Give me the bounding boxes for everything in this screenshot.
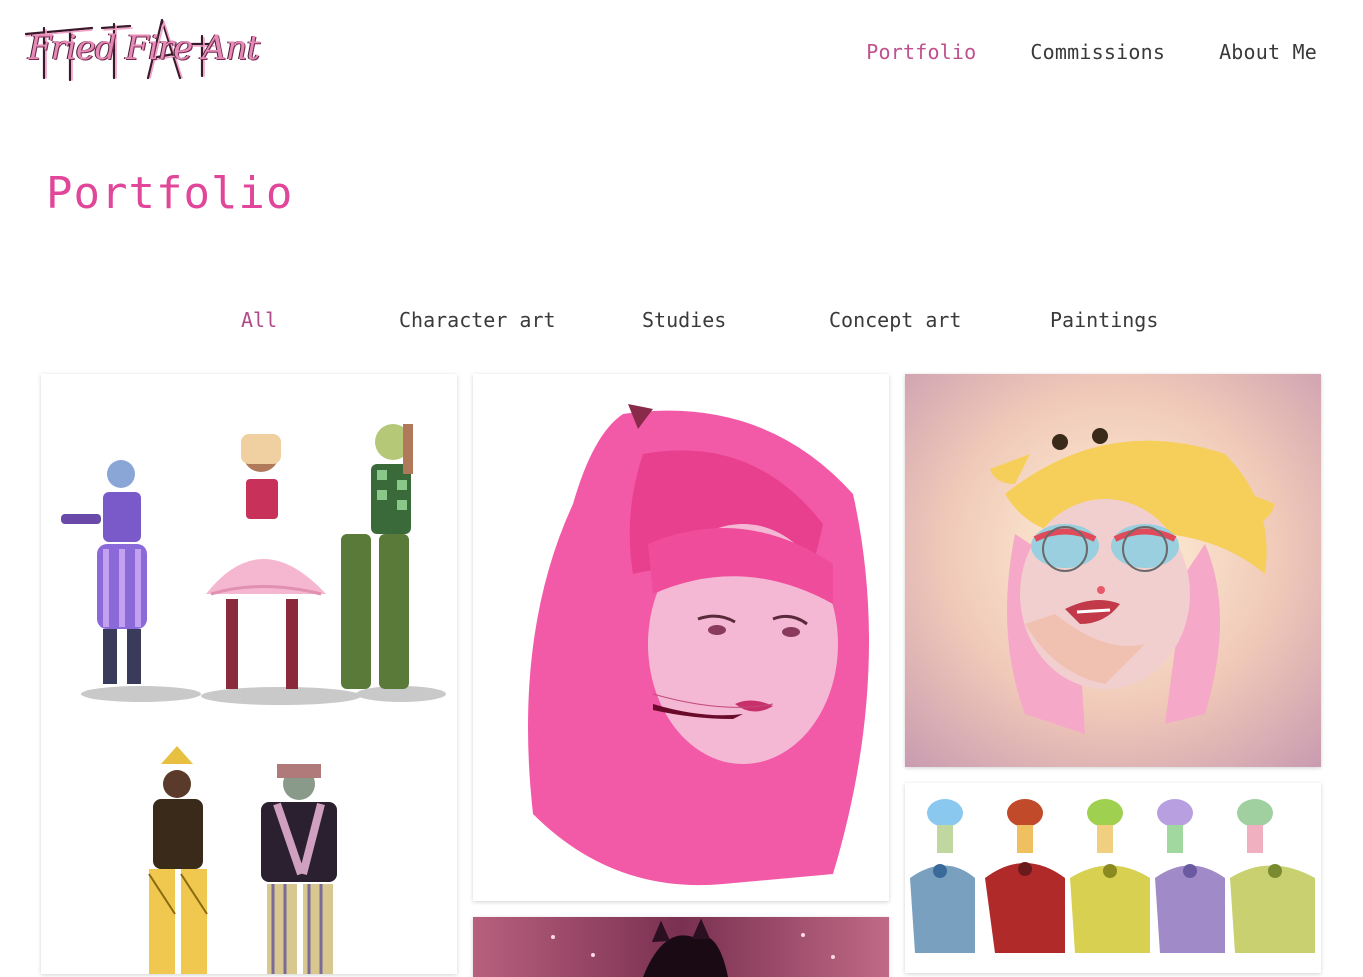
filter-concept-art[interactable]: Concept art (829, 308, 961, 332)
nav-portfolio[interactable]: Portfolio (866, 40, 976, 64)
gallery-item-character-lineup[interactable] (41, 374, 457, 974)
gallery-item-pink-hair-portrait[interactable] (473, 374, 889, 901)
filter-all[interactable]: All (241, 308, 277, 332)
site-logo[interactable]: Fried Fire Ant (22, 14, 260, 88)
filter-character-art[interactable]: Character art (399, 308, 556, 332)
dark-figure-painting-image (473, 917, 889, 977)
nav-commissions[interactable]: Commissions (1030, 40, 1165, 64)
filter-studies[interactable]: Studies (642, 308, 726, 332)
page-title: Portfolio (46, 168, 294, 219)
gallery-item-frog-creatures[interactable] (905, 783, 1321, 973)
nav-about-me[interactable]: About Me (1219, 40, 1317, 64)
pink-hair-portrait-image (473, 374, 889, 901)
logo-text: Fried Fire Ant (28, 28, 260, 68)
frog-creatures-image (905, 783, 1321, 973)
gallery-item-dark-figure-painting[interactable] (473, 917, 889, 977)
filter-paintings[interactable]: Paintings (1050, 308, 1158, 332)
pikachu-hat-painting-image (905, 374, 1321, 767)
gallery-item-pikachu-hat-painting[interactable] (905, 374, 1321, 767)
site-header: Fried Fire Ant Portfolio Commissions Abo… (0, 0, 1363, 110)
main-nav: Portfolio Commissions About Me (866, 40, 1317, 64)
character-lineup-image (41, 374, 457, 974)
